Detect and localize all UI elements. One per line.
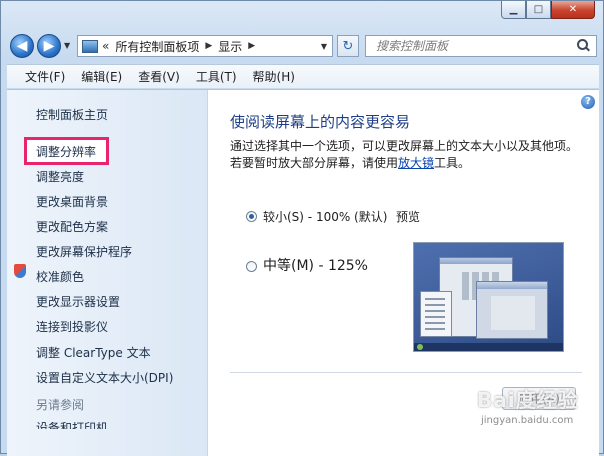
preview-window (476, 281, 548, 339)
menu-view[interactable]: 查看(V) (138, 68, 180, 85)
sidebar-item-change-desktop-background[interactable]: 更改桌面背景 (36, 193, 108, 210)
sidebar-item-adjust-resolution[interactable]: 调整分辨率 (36, 143, 96, 160)
description-line-1: 通过选择其中一个选项，可以更改屏幕上的文本大小以及其他项。 (230, 139, 579, 153)
sidebar-item-adjust-brightness[interactable]: 调整亮度 (36, 168, 84, 185)
maximize-button[interactable]: □ (526, 1, 551, 19)
search-input[interactable] (366, 38, 574, 54)
preview-taskbar (414, 343, 563, 351)
address-bar[interactable]: « 所有控制面板项 ▶ 显示 ▶ ▼ (77, 35, 333, 57)
sidebar-item-change-screen-saver[interactable]: 更改屏幕保护程序 (36, 243, 132, 260)
sidebar-item-devices-and-printers[interactable]: 设备和打印机 (36, 422, 108, 429)
recent-pages-dropdown-icon[interactable]: ▼ (64, 41, 70, 50)
breadcrumb-all-control-panel-items[interactable]: 所有控制面板项 (115, 38, 199, 55)
option-smaller-radio[interactable] (246, 211, 257, 222)
caption-buttons: ▁ □ ✕ (501, 1, 595, 19)
see-also-heading: 另请参阅 (36, 398, 85, 412)
sidebar-item-custom-text-size[interactable]: 设置自定义文本大小(DPI) (36, 369, 173, 386)
sidebar-item-adjust-cleartype[interactable]: 调整 ClearType 文本 (36, 344, 151, 361)
description-line-2-suffix: 工具。 (434, 156, 471, 170)
page-description: 通过选择其中一个选项，可以更改屏幕上的文本大小以及其他项。 若要暂时放大部分屏幕… (230, 138, 590, 172)
option-smaller-label[interactable]: 较小(S) - 100% (默认) (263, 208, 387, 225)
breadcrumb-display[interactable]: 显示 (218, 38, 242, 55)
control-panel-window: ▁ □ ✕ ◀ ▶ ▼ « 所有控制面板项 ▶ 显示 ▶ ▼ ↻ 文件(F) 编… (0, 0, 604, 456)
control-panel-icon (82, 39, 98, 53)
address-history-dropdown-icon[interactable]: ▼ (321, 42, 327, 51)
address-overflow-chevron[interactable]: « (102, 39, 109, 53)
sidebar-item-change-color-scheme[interactable]: 更改配色方案 (36, 218, 108, 235)
close-button[interactable]: ✕ (551, 1, 595, 19)
navigation-bar: ◀ ▶ ▼ « 所有控制面板项 ▶ 显示 ▶ ▼ ↻ (1, 31, 603, 61)
sidebar-item-control-panel-home[interactable]: 控制面板主页 (36, 106, 108, 123)
watermark-url: jingyan.baidu.com (481, 415, 574, 426)
sidebar-item-change-display-settings[interactable]: 更改显示器设置 (36, 293, 120, 310)
search-icon[interactable] (574, 37, 592, 55)
divider (230, 372, 582, 373)
menu-edit[interactable]: 编辑(E) (81, 68, 122, 85)
menu-bar: 文件(F) 编辑(E) 查看(V) 工具(T) 帮助(H) (7, 64, 599, 88)
help-icon[interactable]: ? (581, 95, 595, 109)
search-box[interactable] (365, 35, 597, 57)
preview-image (413, 242, 564, 352)
back-button[interactable]: ◀ (10, 34, 34, 58)
sidebar-item-connect-to-projector[interactable]: 连接到投影仪 (36, 318, 108, 335)
uac-shield-icon (14, 264, 26, 278)
sidebar-item-calibrate-color[interactable]: 校准颜色 (36, 268, 84, 285)
option-medium-radio[interactable] (246, 261, 257, 272)
preview-window (420, 291, 452, 337)
option-medium-label[interactable]: 中等(M) - 125% (263, 255, 368, 275)
menu-file[interactable]: 文件(F) (25, 68, 65, 85)
description-line-2-prefix: 若要暂时放大部分屏幕，请使用 (230, 156, 399, 170)
magnifier-link[interactable]: 放大镜 (398, 156, 434, 170)
menu-help[interactable]: 帮助(H) (253, 68, 295, 85)
task-pane: 控制面板主页 调整分辨率 调整亮度 更改桌面背景 更改配色方案 更改屏幕保护程序… (7, 90, 208, 456)
forward-button[interactable]: ▶ (37, 34, 61, 58)
menu-tools[interactable]: 工具(T) (196, 68, 237, 85)
breadcrumb-separator-icon[interactable]: ▶ (248, 41, 255, 51)
refresh-button[interactable]: ↻ (337, 35, 359, 57)
breadcrumb-separator-icon[interactable]: ▶ (205, 41, 212, 51)
page-title: 使阅读屏幕上的内容更容易 (230, 113, 411, 131)
minimize-button[interactable]: ▁ (501, 1, 526, 19)
watermark-logo: Bai度经验 (477, 388, 579, 412)
preview-label: 预览 (396, 210, 421, 224)
